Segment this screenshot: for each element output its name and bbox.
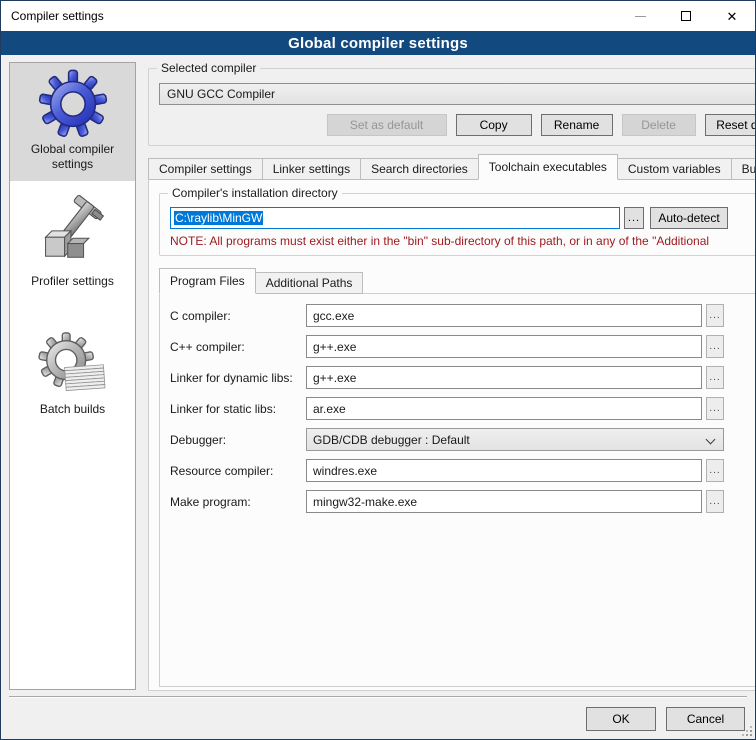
c-compiler-label: C compiler: — [170, 309, 306, 323]
dynamic-linker-input[interactable]: g++.exe — [306, 366, 702, 389]
installation-directory-input[interactable]: C:\raylib\MinGW — [170, 207, 620, 229]
minimize-button[interactable] — [617, 1, 663, 31]
window-title: Compiler settings — [1, 9, 104, 23]
toolchain-executables-page: Compiler's installation directory C:\ray… — [148, 179, 756, 691]
selected-compiler-value: GNU GCC Compiler — [167, 87, 275, 101]
bin-subdirectory-note: NOTE: All programs must exist either in … — [170, 234, 756, 248]
installation-directory-group: Compiler's installation directory C:\ray… — [159, 193, 756, 256]
selected-compiler-group-label: Selected compiler — [157, 61, 260, 75]
blue-gear-icon — [38, 69, 108, 139]
settings-tab-bar: Compiler settings Linker settings Search… — [148, 154, 756, 180]
set-as-default-button[interactable]: Set as default — [327, 114, 447, 136]
tab-compiler-settings[interactable]: Compiler settings — [148, 158, 263, 180]
subtab-program-files[interactable]: Program Files — [159, 268, 256, 294]
profiler-caliper-icon — [35, 195, 111, 271]
gray-gear-stack-icon — [36, 329, 110, 399]
tab-build-options[interactable]: Build options — [731, 158, 756, 180]
installation-directory-row: C:\raylib\MinGW ... Auto-detect — [170, 207, 756, 229]
copy-button[interactable]: Copy — [456, 114, 532, 136]
dialog-body: Global compiler settings — [1, 55, 755, 691]
compiler-actions: Set as default Copy Rename Delete Reset … — [159, 114, 756, 136]
c-compiler-input[interactable]: gcc.exe — [306, 304, 702, 327]
sidebar-item-batch-builds[interactable]: Batch builds — [10, 299, 135, 427]
cancel-button[interactable]: Cancel — [666, 707, 745, 731]
subtab-additional-paths[interactable]: Additional Paths — [255, 272, 364, 294]
directory-browse-button[interactable]: ... — [624, 207, 644, 229]
program-files-tab-bar: Program Files Additional Paths — [159, 268, 756, 294]
cpp-compiler-input[interactable]: g++.exe — [306, 335, 702, 358]
sidebar-item-profiler-settings[interactable]: Profiler settings — [10, 183, 135, 299]
make-program-row: Make program: mingw32-make.exe ... — [170, 490, 756, 513]
resize-grip[interactable] — [740, 724, 752, 736]
dialog-footer: OK Cancel — [1, 699, 755, 739]
close-icon: ✕ — [727, 10, 738, 23]
cpp-compiler-browse-button[interactable]: ... — [706, 335, 724, 358]
resource-compiler-browse-button[interactable]: ... — [706, 459, 724, 482]
debugger-label: Debugger: — [170, 433, 306, 447]
selected-text: C:\raylib\MinGW — [174, 211, 263, 225]
reset-defaults-button[interactable]: Reset defaults — [705, 114, 756, 136]
dynamic-linker-browse-button[interactable]: ... — [706, 366, 724, 389]
make-program-browse-button[interactable]: ... — [706, 490, 724, 513]
make-program-label: Make program: — [170, 495, 306, 509]
dialog-banner: Global compiler settings — [1, 31, 755, 55]
installation-directory-group-label: Compiler's installation directory — [168, 186, 342, 200]
c-compiler-row: C compiler: gcc.exe ... — [170, 304, 756, 327]
auto-detect-button[interactable]: Auto-detect — [650, 207, 728, 229]
sidebar-item-label: Profiler settings — [27, 274, 118, 289]
title-bar[interactable]: Compiler settings ✕ — [1, 1, 755, 31]
chevron-down-icon — [706, 435, 716, 445]
ok-button[interactable]: OK — [586, 707, 656, 731]
main-panel: Selected compiler GNU GCC Compiler Set a… — [148, 62, 756, 691]
sidebar-item-label: Batch builds — [36, 402, 109, 417]
tab-custom-variables[interactable]: Custom variables — [617, 158, 732, 180]
selected-compiler-select[interactable]: GNU GCC Compiler — [159, 83, 756, 105]
tab-search-directories[interactable]: Search directories — [360, 158, 479, 180]
maximize-button[interactable] — [663, 1, 709, 31]
c-compiler-browse-button[interactable]: ... — [706, 304, 724, 327]
window-controls: ✕ — [617, 1, 755, 31]
footer-divider — [9, 696, 747, 698]
static-linker-input[interactable]: ar.exe — [306, 397, 702, 420]
tab-toolchain-executables[interactable]: Toolchain executables — [478, 154, 618, 180]
settings-category-list: Global compiler settings — [9, 62, 136, 690]
cpp-compiler-row: C++ compiler: g++.exe ... — [170, 335, 756, 358]
resource-compiler-label: Resource compiler: — [170, 464, 306, 478]
debugger-select[interactable]: GDB/CDB debugger : Default — [306, 428, 724, 451]
sidebar-item-label: Global compiler settings — [10, 142, 135, 172]
tab-linker-settings[interactable]: Linker settings — [262, 158, 361, 180]
close-button[interactable]: ✕ — [709, 1, 755, 31]
resource-compiler-row: Resource compiler: windres.exe ... — [170, 459, 756, 482]
minimize-icon — [635, 16, 646, 17]
rename-button[interactable]: Rename — [541, 114, 613, 136]
make-program-input[interactable]: mingw32-make.exe — [306, 490, 702, 513]
compiler-settings-dialog: Compiler settings ✕ Global compiler sett… — [0, 0, 756, 740]
selected-compiler-group: Selected compiler GNU GCC Compiler Set a… — [148, 68, 756, 146]
static-linker-label: Linker for static libs: — [170, 402, 306, 416]
resource-compiler-input[interactable]: windres.exe — [306, 459, 702, 482]
sidebar-item-global-compiler-settings[interactable]: Global compiler settings — [10, 63, 135, 181]
static-linker-row: Linker for static libs: ar.exe ... — [170, 397, 756, 420]
cpp-compiler-label: C++ compiler: — [170, 340, 306, 354]
dynamic-linker-row: Linker for dynamic libs: g++.exe ... — [170, 366, 756, 389]
debugger-row: Debugger: GDB/CDB debugger : Default — [170, 428, 756, 451]
program-files-page: C compiler: gcc.exe ... C++ compiler: g+… — [159, 293, 756, 687]
maximize-icon — [681, 11, 691, 21]
dynamic-linker-label: Linker for dynamic libs: — [170, 371, 306, 385]
delete-button[interactable]: Delete — [622, 114, 696, 136]
static-linker-browse-button[interactable]: ... — [706, 397, 724, 420]
